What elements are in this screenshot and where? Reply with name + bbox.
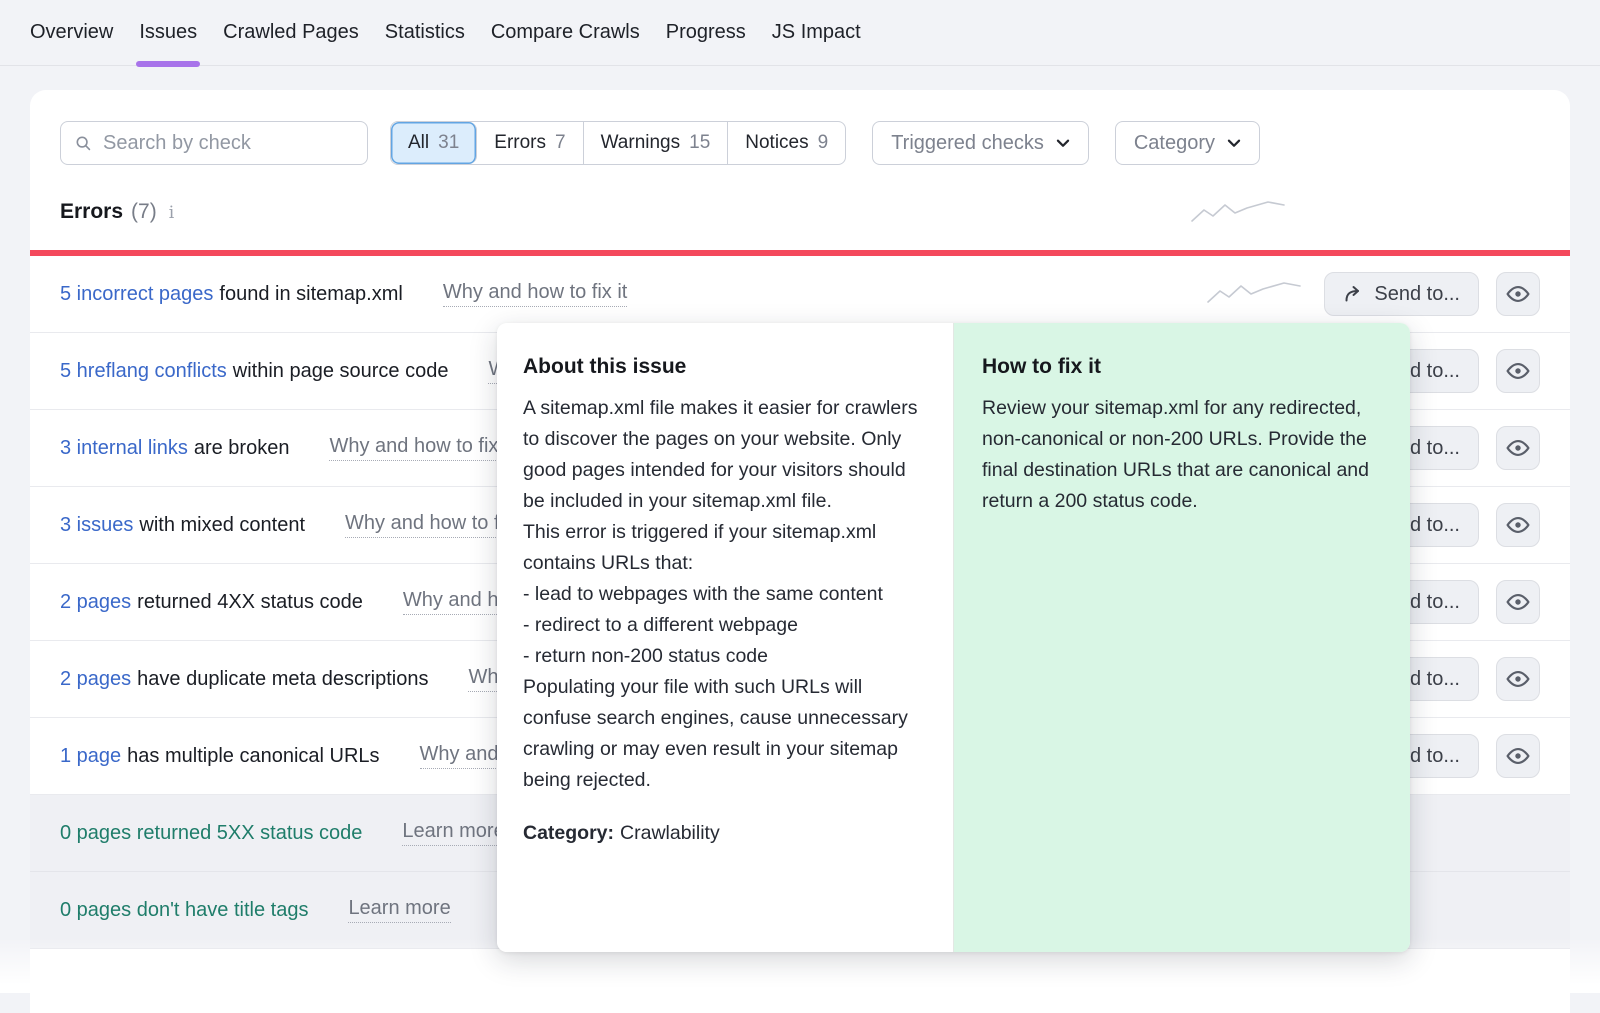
issue-text: with mixed content	[139, 514, 305, 537]
issue-text: returned 4XX status code	[137, 591, 363, 614]
segment-label: Errors	[494, 132, 546, 154]
severity-segmented-control: All 31 Errors 7 Warnings 15 Notices 9	[390, 121, 846, 165]
send-arrow-icon	[1343, 284, 1363, 304]
learn-more-link[interactable]: Learn more	[402, 820, 504, 846]
chevron-down-icon	[1227, 139, 1241, 148]
eye-icon	[1505, 358, 1531, 384]
section-trend-sparkline-icon	[1190, 198, 1286, 228]
segment-label: All	[408, 132, 429, 154]
eye-icon	[1505, 512, 1531, 538]
errors-section-header: Errors (7) i	[60, 200, 174, 224]
why-how-link[interactable]: Why and how to fix it	[443, 281, 628, 307]
about-issue-body: A sitemap.xml file makes it easier for c…	[523, 393, 927, 796]
search-box[interactable]	[60, 121, 368, 165]
issue-count-link[interactable]: 3 internal links	[60, 437, 188, 460]
issue-text-passed: 0 pages returned 5XX status code	[60, 822, 362, 845]
section-title: Errors	[60, 200, 123, 224]
segment-count: 9	[818, 132, 829, 154]
how-to-fix-body: Review your sitemap.xml for any redirect…	[982, 393, 1382, 517]
issue-count-link[interactable]: 2 pages	[60, 668, 131, 691]
segment-count: 31	[438, 132, 459, 154]
learn-more-link[interactable]: Learn more	[348, 897, 450, 923]
issue-text: within page source code	[233, 360, 449, 383]
issue-count-link[interactable]: 5 incorrect pages	[60, 283, 213, 306]
issue-row: 5 incorrect pages found in sitemap.xml W…	[30, 256, 1570, 333]
segment-warnings[interactable]: Warnings 15	[584, 122, 729, 164]
issue-count-link[interactable]: 1 page	[60, 745, 121, 768]
how-to-fix-panel: How to fix it Review your sitemap.xml fo…	[953, 323, 1410, 952]
eye-icon	[1505, 281, 1531, 307]
eye-button[interactable]	[1496, 503, 1540, 547]
issue-text-passed: 0 pages don't have title tags	[60, 899, 308, 922]
tab-issues[interactable]: Issues	[139, 0, 197, 66]
eye-button[interactable]	[1496, 580, 1540, 624]
tab-overview[interactable]: Overview	[30, 0, 113, 66]
trend-sparkline-icon	[1206, 279, 1302, 309]
issue-text: has multiple canonical URLs	[127, 745, 379, 768]
issue-text: found in sitemap.xml	[219, 283, 402, 306]
tab-progress[interactable]: Progress	[666, 0, 746, 66]
tab-statistics[interactable]: Statistics	[385, 0, 465, 66]
eye-icon	[1505, 589, 1531, 615]
about-issue-panel: About this issue A sitemap.xml file make…	[497, 323, 953, 952]
issue-text: are broken	[194, 437, 290, 460]
send-to-label: Send to...	[1374, 283, 1460, 306]
eye-button[interactable]	[1496, 349, 1540, 393]
eye-button[interactable]	[1496, 657, 1540, 701]
segment-errors[interactable]: Errors 7	[477, 122, 583, 164]
segment-notices[interactable]: Notices 9	[728, 122, 845, 164]
eye-button[interactable]	[1496, 734, 1540, 778]
send-to-button[interactable]: Send to...	[1324, 272, 1479, 316]
issue-count-link[interactable]: 3 issues	[60, 514, 133, 537]
category-line: Category: Crawlability	[523, 822, 927, 845]
eye-icon	[1505, 435, 1531, 461]
category-dropdown[interactable]: Category	[1115, 121, 1260, 165]
info-icon[interactable]: i	[169, 203, 174, 223]
chevron-down-icon	[1056, 139, 1070, 148]
search-icon	[75, 134, 91, 152]
tab-crawled-pages[interactable]: Crawled Pages	[223, 0, 359, 66]
how-to-fix-title: How to fix it	[982, 355, 1382, 379]
search-input[interactable]	[101, 131, 353, 156]
segment-all[interactable]: All 31	[391, 122, 477, 164]
tab-js-impact[interactable]: JS Impact	[772, 0, 861, 66]
eye-button[interactable]	[1496, 272, 1540, 316]
section-count: (7)	[131, 200, 157, 224]
issue-count-link[interactable]: 2 pages	[60, 591, 131, 614]
issue-details-popup: About this issue A sitemap.xml file make…	[497, 323, 1410, 952]
about-issue-title: About this issue	[523, 355, 927, 379]
dropdown-label: Category	[1134, 132, 1215, 155]
eye-icon	[1505, 743, 1531, 769]
top-tab-bar: Overview Issues Crawled Pages Statistics…	[0, 0, 1600, 66]
segment-label: Notices	[745, 132, 808, 154]
triggered-checks-dropdown[interactable]: Triggered checks	[872, 121, 1089, 165]
segment-count: 7	[555, 132, 566, 154]
filter-bar: All 31 Errors 7 Warnings 15 Notices 9 Tr…	[60, 121, 1540, 165]
category-label: Category:	[523, 822, 614, 844]
tab-compare-crawls[interactable]: Compare Crawls	[491, 0, 640, 66]
dropdown-label: Triggered checks	[891, 132, 1044, 155]
issue-text: have duplicate meta descriptions	[137, 668, 428, 691]
segment-label: Warnings	[601, 132, 681, 154]
eye-button[interactable]	[1496, 426, 1540, 470]
segment-count: 15	[689, 132, 710, 154]
issue-count-link[interactable]: 5 hreflang conflicts	[60, 360, 227, 383]
eye-icon	[1505, 666, 1531, 692]
category-value: Crawlability	[620, 822, 720, 844]
why-how-link[interactable]: Why and how to fix it	[329, 435, 514, 461]
